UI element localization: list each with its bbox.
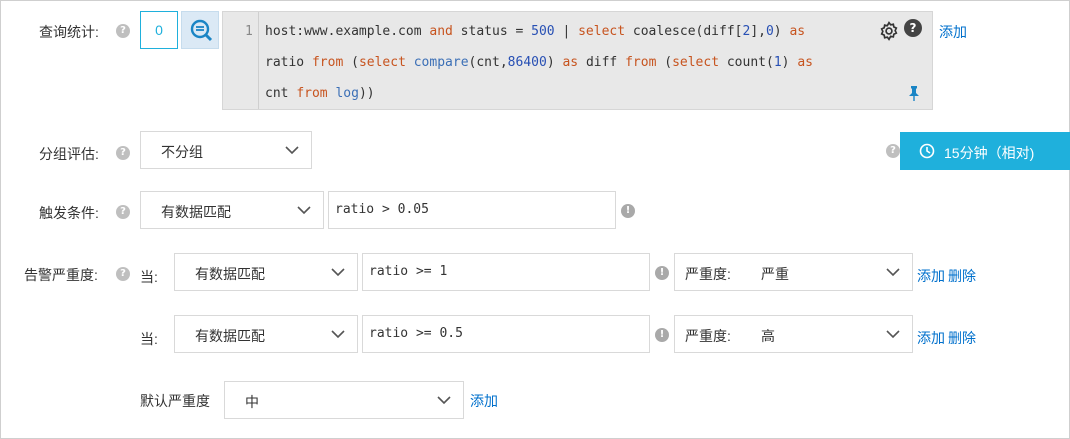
rule1-level-prefix: 严重度: [685, 266, 731, 282]
settings-gear-icon[interactable] [879, 21, 899, 41]
code-token: cnt [265, 86, 297, 101]
code-token: 1 [773, 55, 782, 70]
time-help-icon[interactable]: ? [886, 144, 900, 158]
group-select[interactable]: 不分组 [140, 131, 312, 169]
chevron-down-icon [297, 206, 311, 215]
code-token: status = [452, 24, 532, 39]
rule2-when-label: 当: [140, 331, 158, 347]
rule2-expression-value: ratio >= 0.5 [369, 326, 463, 341]
chevron-down-icon [886, 268, 900, 277]
rule1-info-icon[interactable]: ! [655, 266, 669, 280]
query-line-1: host:www.example.com and status = 500 | … [265, 24, 805, 39]
code-token: as [789, 24, 806, 39]
query-line-3: cnt from log)) [265, 86, 375, 101]
rule1-match-select[interactable]: 有数据匹配 [174, 253, 358, 291]
code-token: select [672, 55, 720, 70]
time-range-label: 15分钟（相对) [944, 145, 1035, 161]
code-token: as [797, 55, 813, 70]
code-token: ) [773, 24, 790, 39]
code-token: coalesce(diff[ [625, 24, 743, 39]
rule1-expression-input[interactable]: ratio >= 1 [362, 253, 650, 291]
trigger-match-value: 有数据匹配 [161, 204, 231, 220]
code-token: log [335, 86, 359, 101]
group-select-value: 不分组 [161, 144, 203, 160]
code-token: from [296, 86, 328, 101]
code-token: select [358, 55, 406, 70]
default-severity-value: 中 [245, 394, 259, 410]
trigger-match-select[interactable]: 有数据匹配 [140, 191, 324, 229]
code-token: from [625, 55, 657, 70]
code-token: 500 [531, 24, 555, 39]
severity-label: 告警严重度: [24, 267, 98, 283]
rule1-expression-value: ratio >= 1 [369, 264, 448, 279]
code-token: from [311, 55, 344, 70]
code-token: (cnt, [468, 55, 508, 70]
trigger-expression-input[interactable]: ratio > 0.05 [328, 191, 616, 229]
code-token: ) [546, 55, 563, 70]
default-severity-label: 默认严重度 [140, 393, 210, 409]
query-count-box[interactable]: 0 [140, 11, 178, 49]
rule2-level-value: 高 [761, 328, 775, 344]
chevron-down-icon [331, 330, 345, 339]
default-severity-select[interactable]: 中 [224, 381, 464, 419]
trigger-help-icon[interactable]: ? [116, 205, 130, 219]
editor-line-number: 1 [245, 24, 253, 39]
chevron-down-icon [437, 396, 451, 405]
code-token: select [578, 24, 626, 39]
rule1-add-link[interactable]: 添加 [917, 266, 945, 286]
code-token: ], [750, 24, 766, 39]
rule1-delete-link[interactable]: 删除 [948, 266, 976, 286]
severity-help-icon[interactable]: ? [116, 267, 130, 281]
code-token: and [429, 24, 453, 39]
code-token: ratio [265, 55, 312, 70]
search-icon [190, 19, 213, 42]
editor-gutter [223, 12, 259, 109]
rule2-level-select[interactable]: 严重度: 高 [674, 315, 913, 353]
query-help-icon[interactable]: ? [116, 24, 130, 38]
query-search-button[interactable] [181, 11, 219, 49]
code-token: 86400 [507, 55, 547, 70]
rule2-match-select[interactable]: 有数据匹配 [174, 315, 358, 353]
chevron-down-icon [886, 330, 900, 339]
code-token: ( [343, 55, 359, 70]
trigger-label: 触发条件: [39, 205, 99, 221]
clock-icon [919, 143, 935, 159]
rule2-level-prefix: 严重度: [685, 328, 731, 344]
query-label: 查询统计: [39, 24, 99, 40]
query-count-value: 0 [155, 22, 163, 38]
code-token: )) [358, 86, 375, 101]
query-editor[interactable]: 1 host:www.example.com and status = 500 … [222, 11, 933, 110]
rule1-when-label: 当: [140, 269, 158, 285]
time-range-button[interactable]: 15分钟（相对) [900, 132, 1070, 170]
rule2-expression-input[interactable]: ratio >= 0.5 [362, 315, 650, 353]
trigger-info-icon[interactable]: ! [621, 204, 635, 218]
rule2-match-value: 有数据匹配 [195, 328, 265, 344]
code-token: 0 [765, 24, 774, 39]
rule2-delete-link[interactable]: 删除 [948, 328, 976, 348]
default-add-link[interactable]: 添加 [470, 391, 498, 411]
code-token: host:www.example.com [265, 24, 430, 39]
code-token: diff [578, 55, 626, 70]
query-add-link[interactable]: 添加 [939, 22, 967, 42]
pin-icon[interactable] [907, 85, 921, 101]
code-token: count( [719, 55, 774, 70]
group-help-icon[interactable]: ? [116, 146, 130, 160]
rule2-info-icon[interactable]: ! [655, 328, 669, 342]
trigger-expression-value: ratio > 0.05 [335, 202, 429, 217]
query-line-2: ratio from (select compare(cnt,86400) as… [265, 55, 813, 70]
chevron-down-icon [331, 268, 345, 277]
rule2-add-link[interactable]: 添加 [917, 328, 945, 348]
rule1-match-value: 有数据匹配 [195, 266, 265, 282]
code-token: | [554, 24, 579, 39]
chevron-down-icon [285, 146, 299, 155]
rule1-level-value: 严重 [761, 266, 789, 282]
code-token: ) [781, 55, 798, 70]
rule1-level-select[interactable]: 严重度: 严重 [674, 253, 913, 291]
code-token: as [562, 55, 579, 70]
editor-help-icon[interactable]: ? [904, 19, 922, 37]
code-token: compare [413, 55, 469, 70]
code-token: ( [656, 55, 673, 70]
group-label: 分组评估: [39, 146, 99, 162]
